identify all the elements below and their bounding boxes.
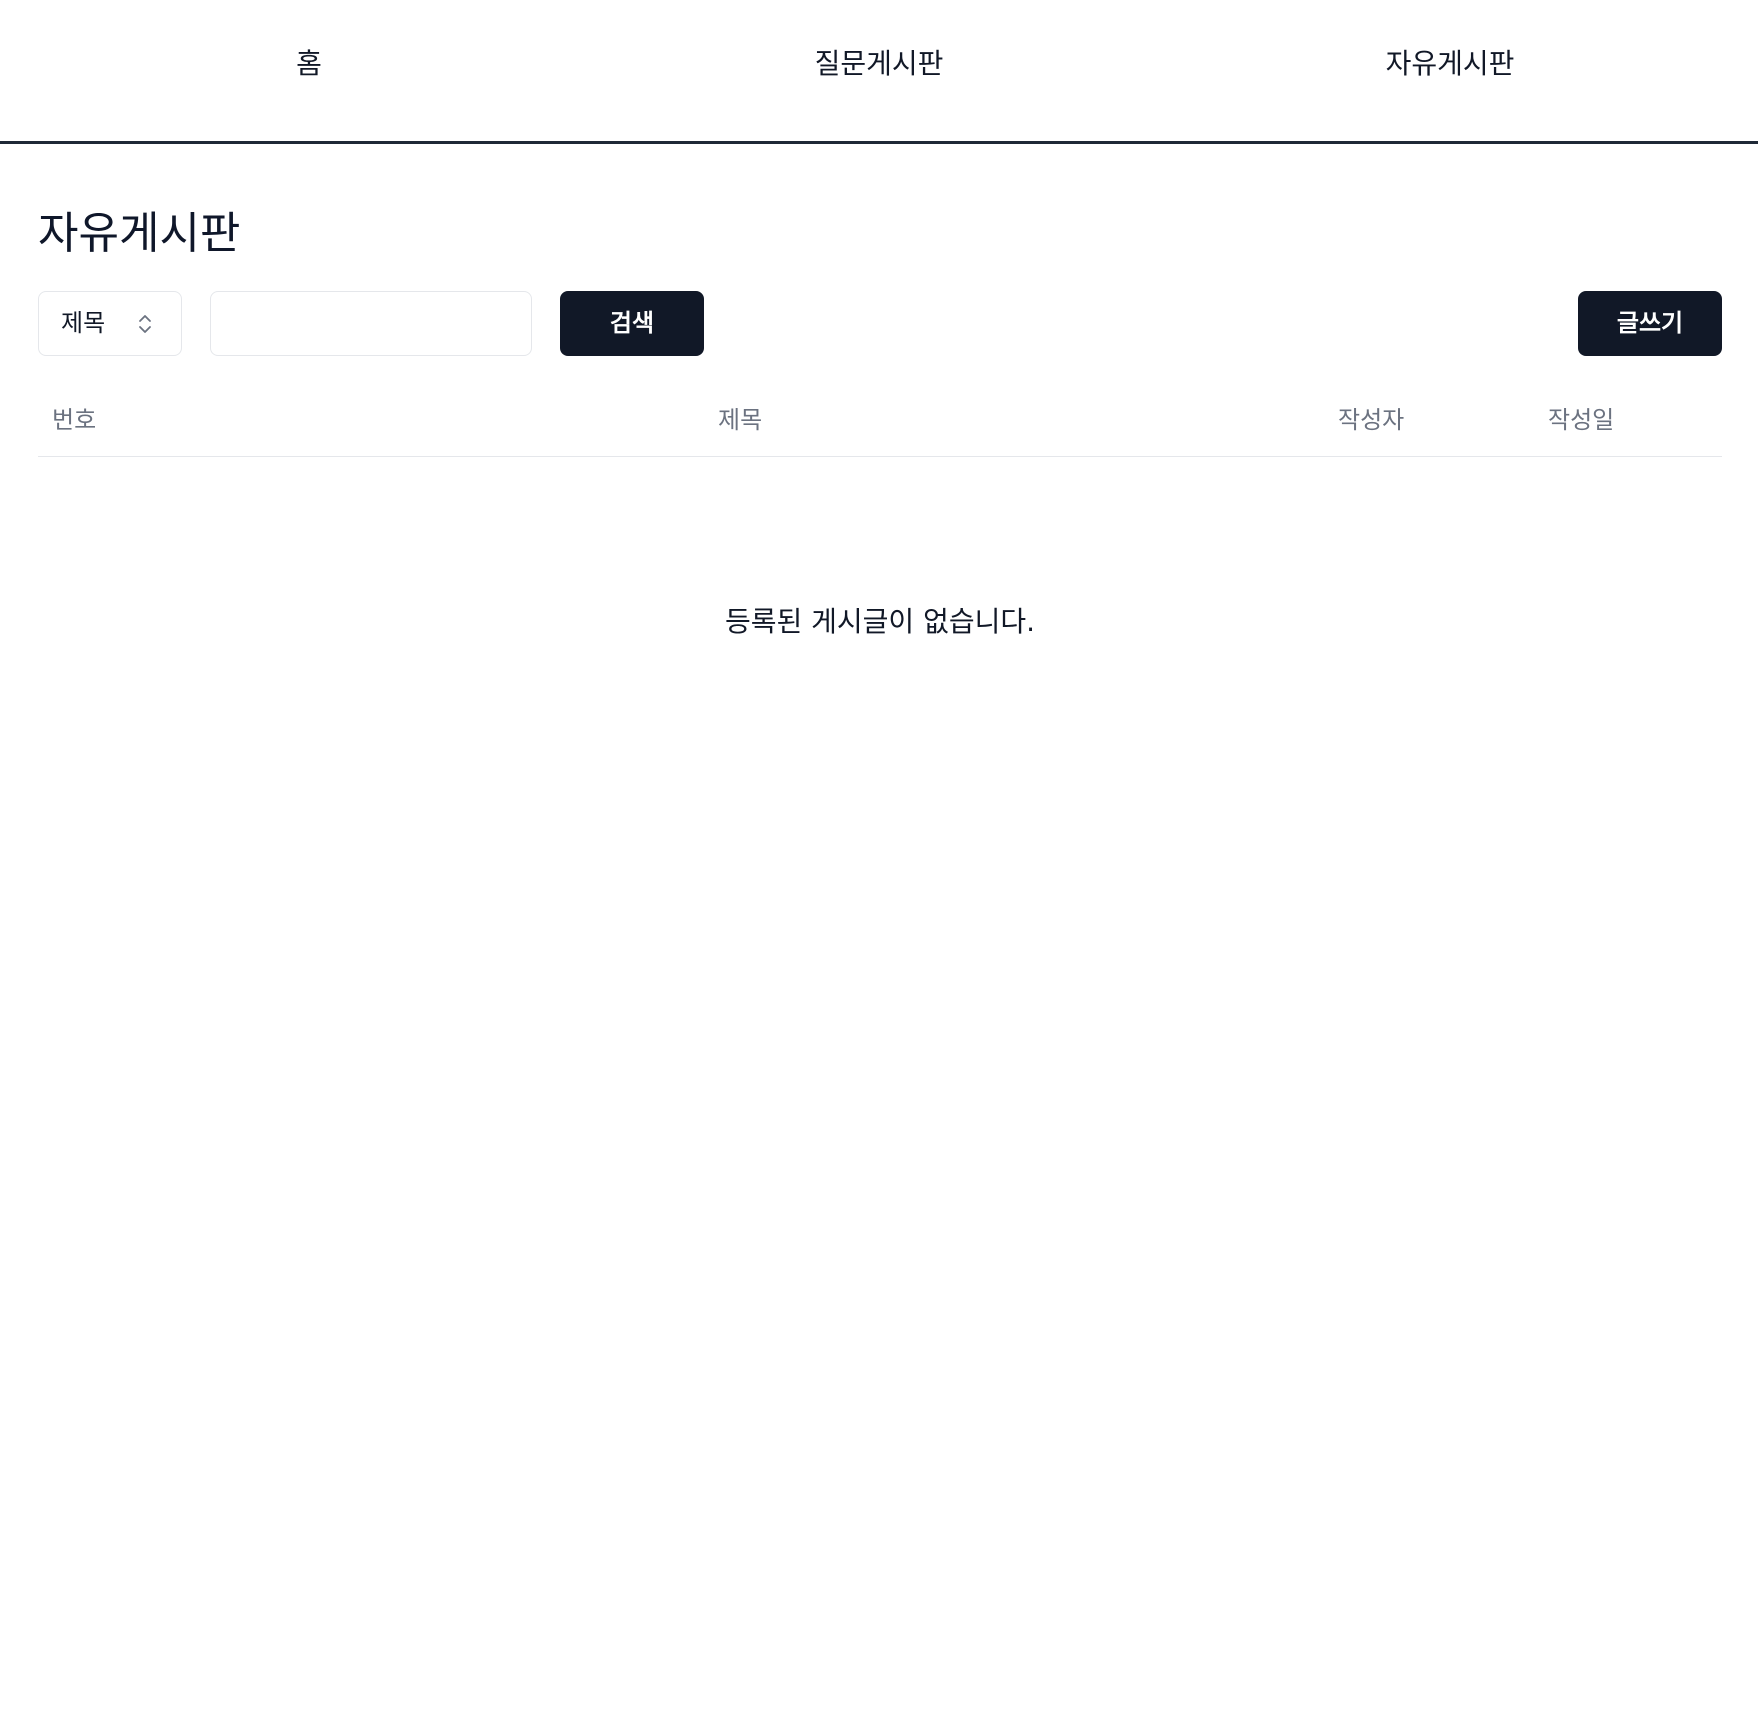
nav-link-home[interactable]: 홈 <box>296 44 322 84</box>
chevron-up-down-icon <box>139 315 151 333</box>
empty-state-message: 등록된 게시글이 없습니다. <box>724 605 1036 638</box>
write-post-button[interactable]: 글쓰기 <box>1578 291 1722 356</box>
column-header-number: 번호 <box>52 406 97 434</box>
column-header-author: 작성자 <box>1338 406 1405 434</box>
top-navigation: 홈 질문게시판 자유게시판 <box>0 0 1758 144</box>
nav-link-free-board[interactable]: 자유게시판 <box>1386 44 1515 84</box>
column-header-title: 제목 <box>718 406 763 434</box>
page-title: 자유게시판 <box>38 208 241 259</box>
nav-link-question-board[interactable]: 질문게시판 <box>815 44 944 84</box>
search-input[interactable] <box>210 291 532 356</box>
search-field-select[interactable]: 제목 <box>38 291 182 356</box>
search-field-select-value: 제목 <box>61 309 106 337</box>
table-header: 번호 제목 작성자 작성일 <box>38 392 1722 457</box>
column-header-date: 작성일 <box>1548 406 1615 434</box>
search-button[interactable]: 검색 <box>560 291 704 356</box>
